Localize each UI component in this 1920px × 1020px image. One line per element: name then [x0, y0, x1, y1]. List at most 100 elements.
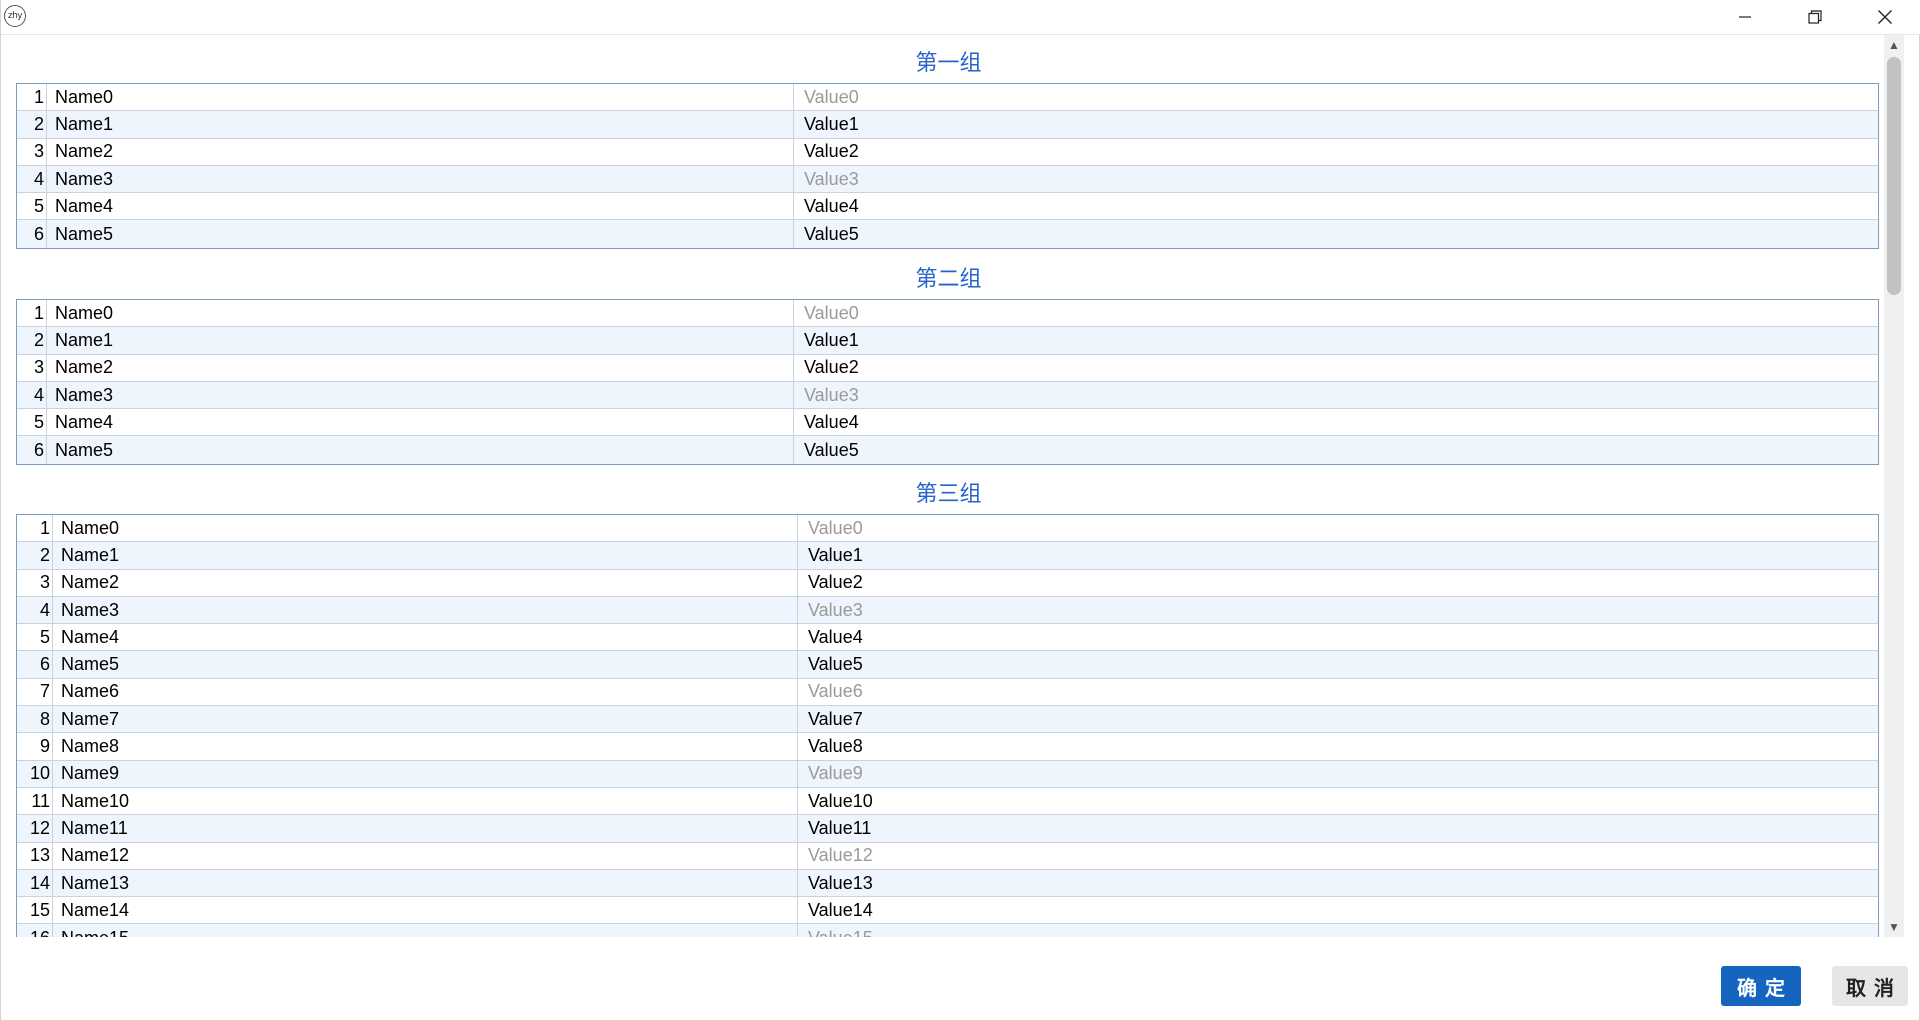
property-value[interactable]: Value13 [797, 869, 1878, 897]
table-row[interactable]: 2 Name1 Value1 [17, 111, 1878, 139]
property-value[interactable]: Value3 [793, 381, 1878, 409]
table-row[interactable]: 3 Name2 Value2 [17, 569, 1878, 597]
property-name: Name12 [61, 845, 130, 866]
table-row[interactable]: 4 Name3 Value3 [17, 381, 1878, 410]
row-number: 4 [17, 596, 53, 624]
ok-button[interactable]: 确定 [1721, 966, 1801, 1006]
table-row[interactable]: 10 Name9 Value9 [17, 760, 1878, 788]
restore-button[interactable] [1780, 0, 1850, 34]
group-title: 第二组 [915, 266, 982, 291]
property-value[interactable]: Value1 [797, 542, 1878, 569]
table-row[interactable]: 16Name15 Value15 [17, 924, 1878, 937]
property-value[interactable]: Value4 [793, 193, 1878, 220]
table-row[interactable]: 5 Name4 Value4 [17, 409, 1878, 437]
property-value[interactable]: Value11 [797, 815, 1878, 842]
table-row[interactable]: 2 Name1 Value1 [17, 542, 1878, 570]
row-number: 1 [17, 515, 53, 542]
table-row[interactable]: 1 Name0 Value0 [17, 300, 1878, 328]
scroll-down-icon[interactable]: ▼ [1887, 919, 1901, 935]
property-grid: 1 Name0 Value0 2 Name1 Value1 3 Name2 Value2 4 Nam… [16, 83, 1879, 249]
property-value[interactable]: Value6 [797, 678, 1878, 706]
app-icon: zhy [4, 5, 26, 27]
row-number: 4 [17, 165, 47, 193]
row-number: 16 [17, 924, 53, 937]
property-name: Name14 [61, 899, 130, 920]
scrollbar-thumb[interactable] [1887, 57, 1901, 295]
property-name: Name5 [55, 439, 114, 460]
property-value[interactable]: Value3 [797, 596, 1878, 624]
row-number: 3 [17, 354, 47, 381]
property-name: Name0 [55, 302, 114, 323]
property-name: Name15 [53, 924, 129, 937]
table-row[interactable]: 4 Name3 Value3 [17, 165, 1878, 194]
row-number: 8 [17, 706, 53, 733]
property-groups-scroll-area[interactable]: 第一组 1 Name0 Value0 2 Name1 Value1 3 Name2 Value2… [1, 35, 1884, 937]
table-row[interactable]: 4 Name3 Value3 [17, 596, 1878, 625]
table-row[interactable]: 6 Name5 Value5 [17, 651, 1878, 679]
property-name: Name5 [55, 223, 114, 244]
property-value[interactable]: Value0 [793, 84, 1878, 111]
row-number: 3 [17, 138, 47, 165]
table-row[interactable]: 5 Name4 Value4 [17, 624, 1878, 652]
property-value[interactable]: Value14 [797, 897, 1878, 924]
table-row[interactable]: 3 Name2 Value2 [17, 354, 1878, 382]
close-button[interactable] [1850, 0, 1920, 34]
property-name: Name1 [61, 544, 120, 565]
row-number: 5 [17, 193, 47, 220]
table-row[interactable]: 1 Name0 Value0 [17, 84, 1878, 112]
property-value[interactable]: Value0 [797, 515, 1878, 542]
row-number: 2 [17, 327, 47, 354]
property-value[interactable]: Value5 [797, 651, 1878, 678]
property-name: Name3 [61, 599, 120, 620]
property-value[interactable]: Value4 [793, 409, 1878, 436]
table-row[interactable]: 14 Name13 Value13 [17, 869, 1878, 898]
table-row[interactable]: 6 Name5 Value5 [17, 436, 1878, 464]
property-value[interactable]: Value9 [797, 760, 1878, 787]
property-value[interactable]: Value2 [793, 354, 1878, 381]
property-name: Name4 [61, 626, 120, 647]
property-name: Name1 [55, 113, 114, 134]
table-row[interactable]: 2 Name1 Value1 [17, 327, 1878, 355]
property-value[interactable]: Value2 [793, 138, 1878, 165]
table-row[interactable]: 15 Name14 Value14 [17, 897, 1878, 925]
cancel-button[interactable]: 取消 [1832, 966, 1908, 1006]
property-name: Name1 [55, 329, 114, 350]
property-value[interactable]: Value15 [797, 924, 1878, 937]
property-value[interactable]: Value4 [797, 624, 1878, 651]
property-name: Name13 [61, 872, 130, 893]
row-number: 2 [17, 111, 47, 138]
table-row[interactable]: 5 Name4 Value4 [17, 193, 1878, 221]
table-row[interactable]: 13 Name12 Value12 [17, 842, 1878, 870]
property-name: Name4 [55, 195, 114, 216]
restore-icon [1808, 10, 1822, 24]
row-number: 14 [17, 869, 53, 897]
table-row[interactable]: 1 Name0 Value0 [17, 515, 1878, 543]
property-value[interactable]: Value10 [797, 787, 1878, 815]
table-row[interactable]: 8 Name7 Value7 [17, 706, 1878, 734]
property-value[interactable]: Value1 [793, 111, 1878, 138]
property-value[interactable]: Value2 [797, 569, 1878, 596]
row-number: 7 [17, 678, 53, 706]
property-value[interactable]: Value1 [793, 327, 1878, 354]
table-row[interactable]: 12 Name11 Value11 [17, 815, 1878, 843]
minimize-button[interactable] [1710, 0, 1780, 34]
property-value[interactable]: Value7 [797, 706, 1878, 733]
minimize-icon [1738, 10, 1752, 24]
scroll-up-icon[interactable]: ▲ [1887, 37, 1901, 53]
table-row[interactable]: 6 Name5 Value5 [17, 220, 1878, 248]
table-row[interactable]: 9 Name8 Value8 [17, 733, 1878, 761]
table-row[interactable]: 3 Name2 Value2 [17, 138, 1878, 166]
property-value[interactable]: Value5 [793, 436, 1878, 464]
table-row[interactable]: 11 Name10 Value10 [17, 787, 1878, 816]
property-name: Name10 [61, 790, 130, 811]
property-value[interactable]: Value12 [797, 842, 1878, 869]
vertical-scrollbar[interactable]: ▲ ▼ [1884, 35, 1904, 937]
property-value[interactable]: Value8 [797, 733, 1878, 760]
property-value[interactable]: Value5 [793, 220, 1878, 248]
property-name: Name2 [55, 357, 114, 378]
property-value[interactable]: Value3 [793, 165, 1878, 193]
property-name: Name11 [61, 817, 128, 838]
property-value[interactable]: Value0 [793, 300, 1878, 327]
table-row[interactable]: 7 Name6 Value6 [17, 678, 1878, 707]
row-number: 6 [17, 436, 47, 464]
